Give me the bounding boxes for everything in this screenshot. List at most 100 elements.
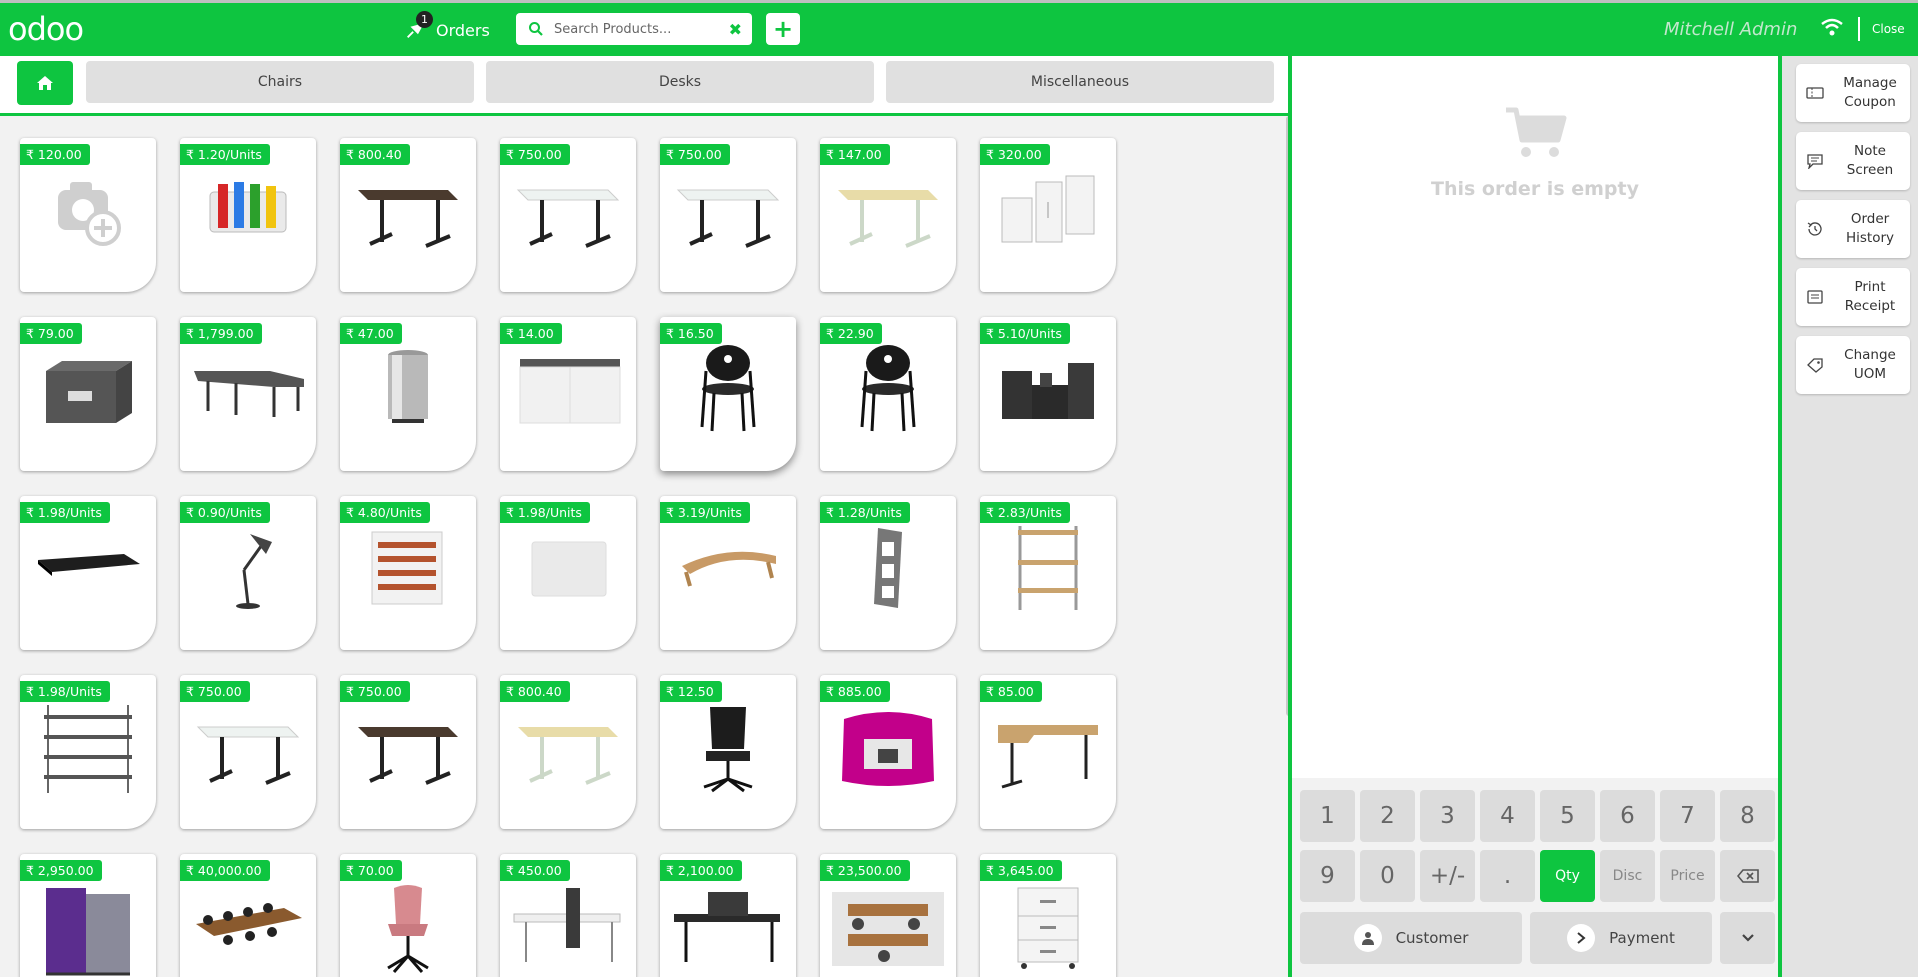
product-card[interactable]: ₹ 1.98/Units	[20, 496, 156, 650]
product-card[interactable]: ₹ 1.98/Units	[20, 675, 156, 829]
product-card[interactable]: ₹ 147.00	[820, 138, 956, 292]
more-actions-button[interactable]	[1720, 912, 1775, 964]
product-card[interactable]: ₹ 47.00	[340, 317, 476, 471]
product-card[interactable]: ₹ 85.00	[980, 675, 1116, 829]
product-price-tag: ₹ 23,500.00	[820, 860, 910, 881]
search-clear-icon[interactable]: ✖	[729, 20, 742, 39]
product-image-desk-dark	[358, 727, 458, 785]
product-card[interactable]: ₹ 120.00	[20, 138, 156, 292]
product-price-tag: ₹ 12.50	[660, 681, 722, 702]
product-image-organizer	[1002, 363, 1094, 419]
numpad-key-0[interactable]: 0	[1360, 850, 1415, 902]
product-card[interactable]: ₹ 12.50	[660, 675, 796, 829]
product-card[interactable]: ₹ 885.00	[820, 675, 956, 829]
backspace-icon	[1736, 869, 1759, 883]
product-price-tag: ₹ 1.28/Units	[820, 502, 910, 523]
product-card[interactable]: ₹ 40,000.00	[180, 854, 316, 977]
numpad-key-5[interactable]: 5	[1540, 790, 1595, 842]
product-image-shelf-unit	[44, 705, 132, 793]
payment-button[interactable]: Payment	[1530, 912, 1712, 964]
qty-mode-button[interactable]: Qty	[1540, 850, 1595, 902]
product-card[interactable]: ₹ 320.00	[980, 138, 1116, 292]
category-bar: Chairs Desks Miscellaneous	[0, 56, 1292, 116]
product-image-markers	[209, 182, 287, 233]
product-card[interactable]: ₹ 4.80/Units	[340, 496, 476, 650]
note-screen-button[interactable]: Note Screen	[1796, 132, 1910, 190]
disc-mode-button[interactable]: Disc	[1600, 850, 1655, 902]
product-card[interactable]: ₹ 3.19/Units	[660, 496, 796, 650]
numpad-key-2[interactable]: 2	[1360, 790, 1415, 842]
add-order-button[interactable]: +	[766, 13, 800, 45]
numpad-key-6[interactable]: 6	[1600, 790, 1655, 842]
tool-label: Manage Coupon	[1843, 75, 1897, 110]
user-icon	[1353, 924, 1382, 952]
product-card[interactable]: ₹ 1,799.00	[180, 317, 316, 471]
product-price-tag: ₹ 70.00	[340, 860, 402, 881]
product-card[interactable]: ₹ 1.28/Units	[820, 496, 956, 650]
product-card[interactable]: ₹ 14.00	[500, 317, 636, 471]
numpad-key-9[interactable]: 9	[1300, 850, 1355, 902]
product-price-tag: ₹ 1.98/Units	[20, 502, 110, 523]
product-price-tag: ₹ 1,799.00	[180, 323, 262, 344]
orders-button[interactable]: 1 Orders	[404, 11, 490, 47]
search-input[interactable]	[554, 21, 724, 37]
category-desks[interactable]: Desks	[486, 61, 874, 103]
numpad-key-7[interactable]: 7	[1660, 790, 1715, 842]
product-card[interactable]: ₹ 750.00	[180, 675, 316, 829]
payment-label: Payment	[1609, 929, 1675, 947]
orders-count-badge: 1	[416, 11, 433, 28]
category-miscellaneous[interactable]: Miscellaneous	[886, 61, 1274, 103]
product-image-pink-chair	[387, 885, 429, 973]
product-image-desk-white	[676, 189, 780, 248]
numpad-key-1[interactable]: 1	[1300, 790, 1355, 842]
customer-button[interactable]: Customer	[1300, 912, 1522, 964]
numpad-key-plus-minus[interactable]: +/-	[1420, 850, 1475, 902]
numpad-key-8[interactable]: 8	[1720, 790, 1775, 842]
numpad-key-3[interactable]: 3	[1420, 790, 1475, 842]
product-card[interactable]: ₹ 22.90	[820, 317, 956, 471]
cashier-name[interactable]: Mitchell Admin	[1664, 19, 1797, 40]
product-card[interactable]: ₹ 3,645.00	[980, 854, 1116, 977]
search-box[interactable]: ✖	[516, 13, 752, 45]
product-card[interactable]: ₹ 450.00	[500, 854, 636, 977]
print-receipt-button[interactable]: Print Receipt	[1796, 268, 1910, 326]
product-image-screen	[46, 888, 130, 976]
product-card[interactable]: ₹ 79.00	[20, 317, 156, 471]
product-card[interactable]: ₹ 2,100.00	[660, 854, 796, 977]
product-card[interactable]: ₹ 800.40	[500, 675, 636, 829]
product-price-tag: ₹ 2.83/Units	[980, 502, 1070, 523]
numpad-key-decimal[interactable]: .	[1480, 850, 1535, 902]
backspace-button[interactable]	[1720, 850, 1775, 902]
tool-label: Change UOM	[1844, 347, 1896, 382]
order-history-button[interactable]: Order History	[1796, 200, 1910, 258]
product-card[interactable]: ₹ 1.98/Units	[500, 496, 636, 650]
product-card[interactable]: ₹ 5.10/Units	[980, 317, 1116, 471]
category-chairs[interactable]: Chairs	[86, 61, 474, 103]
receipt-icon	[1807, 290, 1823, 304]
product-card[interactable]: ₹ 2,950.00	[20, 854, 156, 977]
numpad-key-4[interactable]: 4	[1480, 790, 1535, 842]
manage-coupon-button[interactable]: Manage Coupon	[1796, 64, 1910, 122]
product-price-tag: ₹ 450.00	[500, 860, 570, 881]
change-uom-button[interactable]: Change UOM	[1796, 336, 1910, 394]
product-card[interactable]: ₹ 750.00	[340, 675, 476, 829]
price-mode-button[interactable]: Price	[1660, 850, 1715, 902]
home-category-button[interactable]	[17, 61, 73, 105]
order-panel	[1292, 56, 1778, 778]
product-card[interactable]: ₹ 16.50	[660, 317, 796, 471]
product-card[interactable]: ₹ 70.00	[340, 854, 476, 977]
product-card[interactable]: ₹ 750.00	[660, 138, 796, 292]
product-price-tag: ₹ 750.00	[340, 681, 410, 702]
product-card[interactable]: ₹ 750.00	[500, 138, 636, 292]
coupon-icon	[1806, 87, 1824, 99]
product-card[interactable]: ₹ 0.90/Units	[180, 496, 316, 650]
product-card[interactable]: ₹ 800.40	[340, 138, 476, 292]
product-card[interactable]: ₹ 1.20/Units	[180, 138, 316, 292]
numpad: 1 2 3 4 5 6 7 8 9 0 +/- . Qty Disc Price…	[1292, 778, 1778, 977]
product-image-desk-dark	[358, 190, 458, 248]
product-card[interactable]: ₹ 23,500.00	[820, 854, 956, 977]
top-bar: odoo 1 Orders ✖ + Mitchell Admin Close	[0, 0, 1918, 56]
product-card[interactable]: ₹ 2.83/Units	[980, 496, 1116, 650]
close-button[interactable]: Close	[1872, 22, 1905, 36]
product-image-desk-white	[196, 726, 300, 785]
